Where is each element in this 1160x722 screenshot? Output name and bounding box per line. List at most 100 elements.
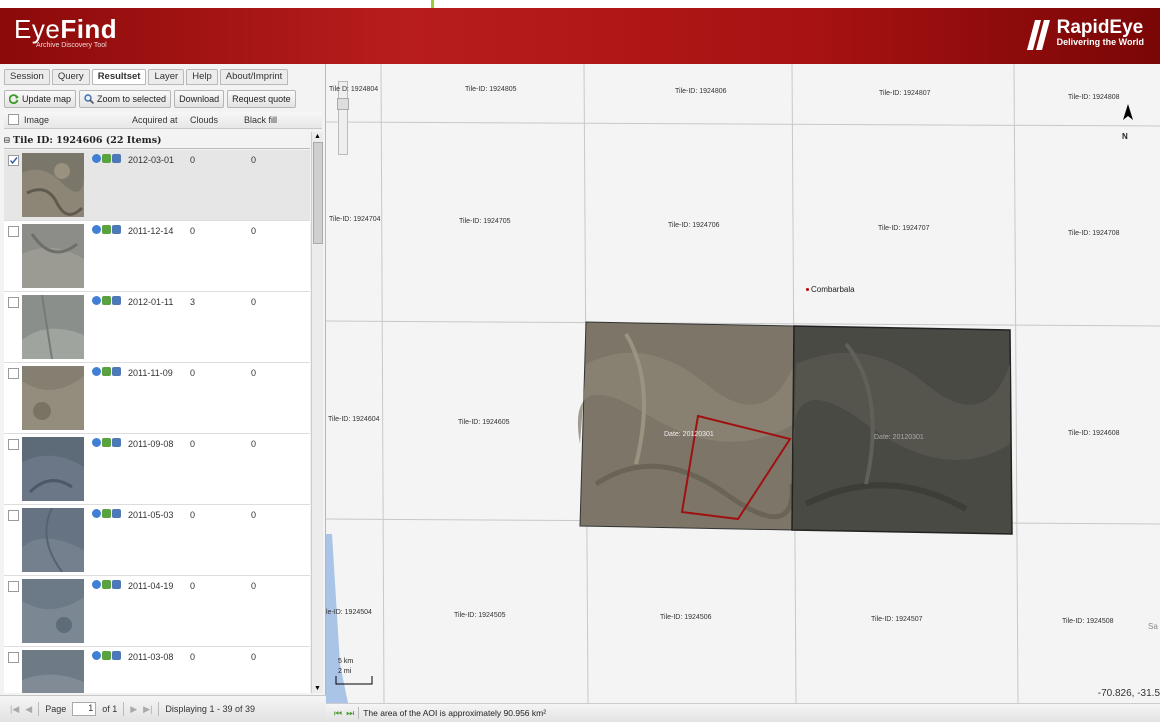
map-preview-icon[interactable] (112, 438, 121, 447)
result-row[interactable]: 2011-09-08 0 0 (4, 434, 310, 505)
map-preview-icon[interactable] (112, 367, 121, 376)
next-page-icon[interactable]: ▶ (130, 704, 137, 715)
row-date: 2011-09-08 (128, 439, 174, 449)
tab-help[interactable]: Help (186, 69, 218, 85)
page-input[interactable]: 1 (72, 702, 97, 716)
scale-bar: 5 km 2 mi (332, 658, 353, 675)
add-layer-icon[interactable] (102, 438, 111, 447)
result-row[interactable]: 2011-05-03 0 0 (4, 505, 310, 576)
info-icon[interactable] (92, 154, 101, 163)
scene-right[interactable] (791, 325, 1013, 535)
info-icon[interactable] (92, 509, 101, 518)
scroll-up-icon[interactable]: ▲ (313, 132, 322, 141)
satellite-thumbnail[interactable] (22, 437, 84, 501)
map-preview-icon[interactable] (112, 154, 121, 163)
brand-tagline: Delivering the World (1056, 37, 1144, 47)
zoom-to-selected-button[interactable]: Zoom to selected (79, 90, 172, 108)
scene-date-label: Date: 20120301 (664, 431, 714, 438)
tile-label: Tile-ID: 1924706 (668, 222, 720, 229)
satellite-thumbnail[interactable] (22, 366, 84, 430)
download-button[interactable]: Download (174, 90, 225, 108)
scale-km-label: 5 km (338, 658, 354, 665)
add-layer-icon[interactable] (102, 154, 111, 163)
tab-query[interactable]: Query (51, 69, 90, 85)
result-row[interactable]: 2012-01-11 3 0 (4, 292, 310, 363)
column-blackfill[interactable]: Black fill (244, 115, 277, 125)
row-checkbox[interactable] (8, 297, 19, 308)
select-all-checkbox[interactable] (8, 114, 19, 125)
info-icon[interactable] (92, 580, 101, 589)
map-preview-icon[interactable] (112, 225, 121, 234)
satellite-thumbnail[interactable] (22, 224, 84, 288)
scroll-thumb[interactable] (313, 142, 323, 244)
city-marker[interactable]: Combarbala (806, 285, 855, 294)
result-row[interactable]: 2012-03-01 0 0 (4, 150, 310, 221)
info-icon[interactable] (92, 367, 101, 376)
tab-layer[interactable]: Layer (148, 69, 185, 85)
result-row[interactable]: 2011-04-19 0 0 (4, 576, 310, 647)
satellite-thumbnail[interactable] (22, 295, 84, 359)
row-checkbox[interactable] (8, 155, 19, 166)
map-preview-icon[interactable] (112, 296, 121, 305)
first-page-icon[interactable]: |◀ (10, 704, 19, 715)
row-checkbox[interactable] (8, 581, 19, 592)
result-row[interactable]: 2011-03-08 0 0 (4, 647, 310, 693)
first-icon[interactable]: ⏮ (334, 708, 342, 719)
map-preview-icon[interactable] (112, 509, 121, 518)
group-collapse-icon[interactable]: ⊟ (4, 135, 10, 146)
add-layer-icon[interactable] (102, 225, 111, 234)
row-clouds: 0 (190, 510, 196, 520)
prev-page-icon[interactable]: ◀ (25, 704, 32, 715)
column-image[interactable]: Image (24, 115, 49, 125)
result-scrollbar[interactable]: ▲ ▼ (311, 132, 323, 693)
satellite-thumbnail[interactable] (22, 153, 84, 217)
request-quote-button[interactable]: Request quote (227, 90, 296, 108)
result-row[interactable]: 2011-11-09 0 0 (4, 363, 310, 434)
result-row[interactable]: 2011-12-14 0 0 (4, 221, 310, 292)
row-clouds: 0 (190, 652, 196, 662)
map-canvas[interactable] (326, 64, 1160, 703)
tab-about[interactable]: About/Imprint (219, 69, 289, 85)
row-checkbox[interactable] (8, 368, 19, 379)
add-layer-icon[interactable] (102, 509, 111, 518)
page-label: Page (45, 704, 67, 714)
column-clouds[interactable]: Clouds (190, 115, 218, 125)
column-acquired[interactable]: Acquired at (132, 115, 178, 125)
group-header[interactable]: ⊟ Tile ID: 1924606 (22 Items) (4, 135, 310, 149)
map-preview-icon[interactable] (112, 580, 121, 589)
row-checkbox[interactable] (8, 510, 19, 521)
update-map-button[interactable]: Update map (4, 90, 77, 108)
satellite-thumbnail[interactable] (22, 650, 84, 693)
map-view[interactable]: Tile D: 1924804 Tile-ID: 1924805 Tile-ID… (326, 64, 1160, 703)
info-icon[interactable] (92, 225, 101, 234)
last-page-icon[interactable]: ▶| (143, 704, 152, 715)
info-icon[interactable] (92, 438, 101, 447)
map-preview-icon[interactable] (112, 651, 121, 660)
satellite-thumbnail[interactable] (22, 579, 84, 643)
row-checkbox[interactable] (8, 226, 19, 237)
add-layer-icon[interactable] (102, 367, 111, 376)
water-body (326, 534, 348, 703)
zoom-slider-knob[interactable] (337, 98, 349, 110)
add-layer-icon[interactable] (102, 580, 111, 589)
row-checkbox[interactable] (8, 439, 19, 450)
tile-label: Tile D: 1924804 (329, 86, 379, 93)
row-clouds: 0 (190, 439, 196, 449)
tab-resultset[interactable]: Resultset (91, 69, 147, 85)
cursor-coordinates: -70.826, -31.5 (1097, 688, 1160, 699)
scene-left[interactable] (577, 321, 795, 531)
satellite-thumbnail[interactable] (22, 508, 84, 572)
add-layer-icon[interactable] (102, 651, 111, 660)
info-icon[interactable] (92, 296, 101, 305)
scroll-down-icon[interactable]: ▼ (313, 684, 322, 693)
row-checkbox[interactable] (8, 652, 19, 663)
play-icon[interactable]: ⏭ (346, 708, 354, 719)
row-actions (92, 651, 121, 660)
row-date: 2011-04-19 (128, 581, 174, 591)
tile-label: Tile-ID: 1924708 (1068, 230, 1120, 237)
tab-session[interactable]: Session (4, 69, 50, 85)
add-layer-icon[interactable] (102, 296, 111, 305)
logo-subtitle: Archive Discovery Tool (36, 42, 107, 49)
grid-header: Image Acquired at Clouds Black fill (4, 112, 322, 129)
info-icon[interactable] (92, 651, 101, 660)
